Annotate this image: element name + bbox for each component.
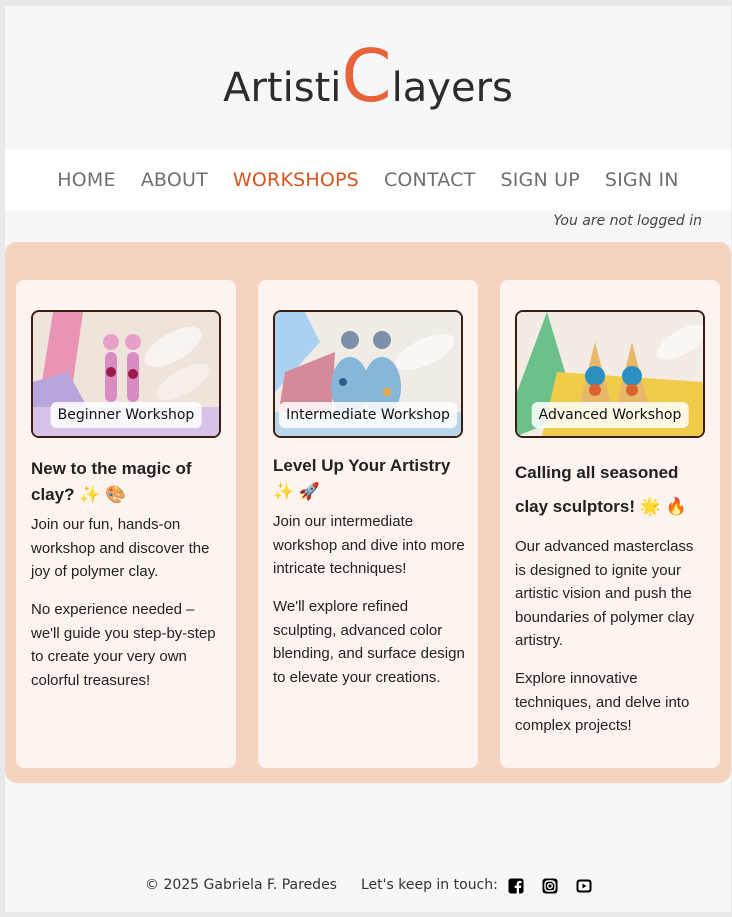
beginner-workshop-image: Beginner Workshop [31,310,221,438]
workshop-intro: Join our intermediate workshop and dive … [273,513,465,577]
logo-big-letter: C [341,34,392,118]
nav-about[interactable]: ABOUT [141,169,208,191]
workshop-heading: Level Up Your Artistry ✨ 🚀 [273,456,451,501]
copyright: © 2025 Gabriela F. Paredes [145,877,337,893]
youtube-icon[interactable] [576,878,592,894]
workshop-detail: We'll explore refined sculpting, advance… [273,598,465,686]
workshop-card-advanced: Advanced Workshop Calling all seasoned c… [500,280,720,768]
nav-sign-up[interactable]: SIGN UP [500,169,579,191]
advanced-workshop-image: Advanced Workshop [515,310,705,438]
workshop-badge: Advanced Workshop [531,402,689,428]
keep-in-touch-label: Let's keep in touch: [361,877,498,893]
workshop-card-intermediate: Intermediate Workshop Level Up Your Arti… [258,280,478,768]
instagram-icon[interactable] [542,878,558,894]
facebook-icon[interactable] [508,878,524,894]
workshops-section: Beginner Workshop New to the magic of cl… [5,242,731,783]
workshop-heading: Calling all seasoned clay sculptors! 🌟 🔥 [515,463,687,516]
nav-sign-in[interactable]: SIGN IN [605,169,679,191]
workshop-card-beginner: Beginner Workshop New to the magic of cl… [16,280,236,768]
workshop-detail: No experience needed – we'll guide you s… [31,601,216,689]
workshop-heading: New to the magic of clay? ✨ 🎨 [31,459,192,504]
workshop-intro: Join our fun, hands-on workshop and disc… [31,516,210,580]
intermediate-workshop-image: Intermediate Workshop [273,310,463,438]
workshop-badge: Beginner Workshop [50,402,202,428]
logo-suffix: layers [391,65,513,111]
workshop-intro: Our advanced masterclass is designed to … [515,538,695,649]
site-logo[interactable]: ArtistiClayers [5,40,731,112]
login-status: You are not logged in [553,213,702,229]
page: ArtistiClayers HOME ABOUT WORKSHOPS CONT… [5,6,731,912]
nav-workshops[interactable]: WORKSHOPS [233,169,359,191]
nav-contact[interactable]: CONTACT [384,169,476,191]
nav-home[interactable]: HOME [57,169,115,191]
workshop-detail: Explore innovative techniques, and delve… [515,670,690,734]
workshop-badge: Intermediate Workshop [279,402,457,428]
logo-prefix: Artisti [223,65,342,111]
main-nav: HOME ABOUT WORKSHOPS CONTACT SIGN UP SIG… [5,150,731,210]
